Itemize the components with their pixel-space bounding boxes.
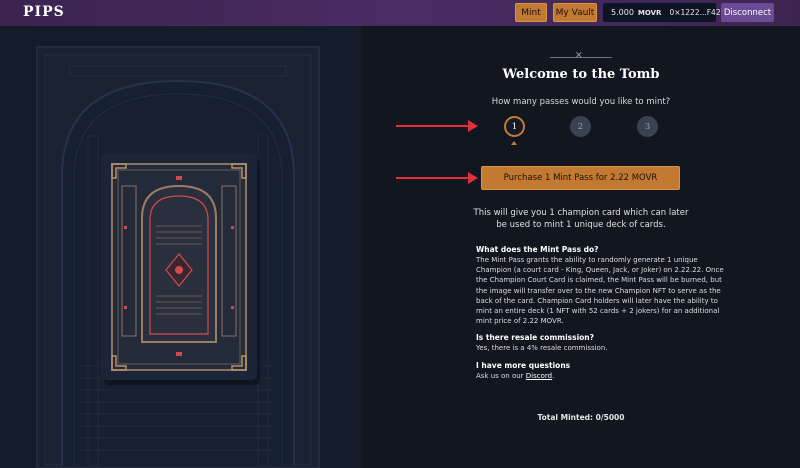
art-panel: [0, 26, 362, 468]
annotation-arrow-icon: [396, 172, 478, 184]
quantity-option-2[interactable]: 2: [570, 116, 591, 137]
wallet-address: 0×1222...F423: [669, 8, 726, 17]
close-icon: ✕: [575, 51, 583, 61]
mint-button[interactable]: Mint: [515, 3, 547, 22]
page-title: Welcome to the Tomb: [502, 67, 660, 82]
discord-link[interactable]: Discord: [526, 372, 552, 380]
pips-logo[interactable]: PIPS: [23, 4, 65, 20]
selected-indicator-icon: [511, 141, 517, 145]
faq-item: What does the Mint Pass do? The Mint Pas…: [476, 245, 726, 326]
faq-item: Is there resale commission? Yes, there i…: [476, 333, 726, 353]
my-vault-button[interactable]: My Vault: [553, 3, 597, 22]
balance-symbol: MOVR: [637, 8, 662, 17]
faq-question: What does the Mint Pass do?: [476, 245, 599, 254]
faq-answer: Ask us on our Discord.: [476, 371, 726, 381]
faq-answer-suffix: .: [552, 371, 555, 380]
top-navigation-bar: PIPS Mint My Vault 5.000 MOVR 0×1222...F…: [0, 0, 800, 26]
faq-answer-prefix: Ask us on our: [476, 371, 526, 380]
faq-answer: Yes, there is a 4% resale commission.: [476, 344, 608, 353]
faq-answer: The Mint Pass grants the ability to rand…: [476, 256, 724, 326]
tomb-card-art: [36, 46, 320, 468]
disconnect-button[interactable]: Disconnect: [721, 3, 774, 22]
faq-section: What does the Mint Pass do? The Mint Pas…: [476, 245, 726, 388]
wallet-info[interactable]: 5.000 MOVR 0×1222...F423: [603, 3, 725, 22]
mint-content: ✕ Welcome to the Tomb How many passes wo…: [362, 26, 800, 468]
mint-description: This will give you 1 champion card which…: [473, 208, 689, 230]
faq-question: Is there resale commission?: [476, 333, 594, 343]
quantity-option-3[interactable]: 3: [637, 116, 658, 137]
faq-item: I have more questions Ask us on our Disc…: [476, 361, 726, 381]
purchase-mint-pass-button[interactable]: Purchase 1 Mint Pass for 2.22 MOVR: [481, 166, 680, 190]
balance-amount: 5.000: [611, 8, 634, 17]
quantity-option-1[interactable]: 1: [504, 116, 525, 137]
annotation-arrow-icon: [396, 120, 478, 132]
total-minted: Total Minted: 0/5000: [537, 413, 625, 422]
mint-quantity-question: How many passes would you like to mint?: [491, 97, 671, 107]
faq-question: I have more questions: [476, 360, 571, 370]
